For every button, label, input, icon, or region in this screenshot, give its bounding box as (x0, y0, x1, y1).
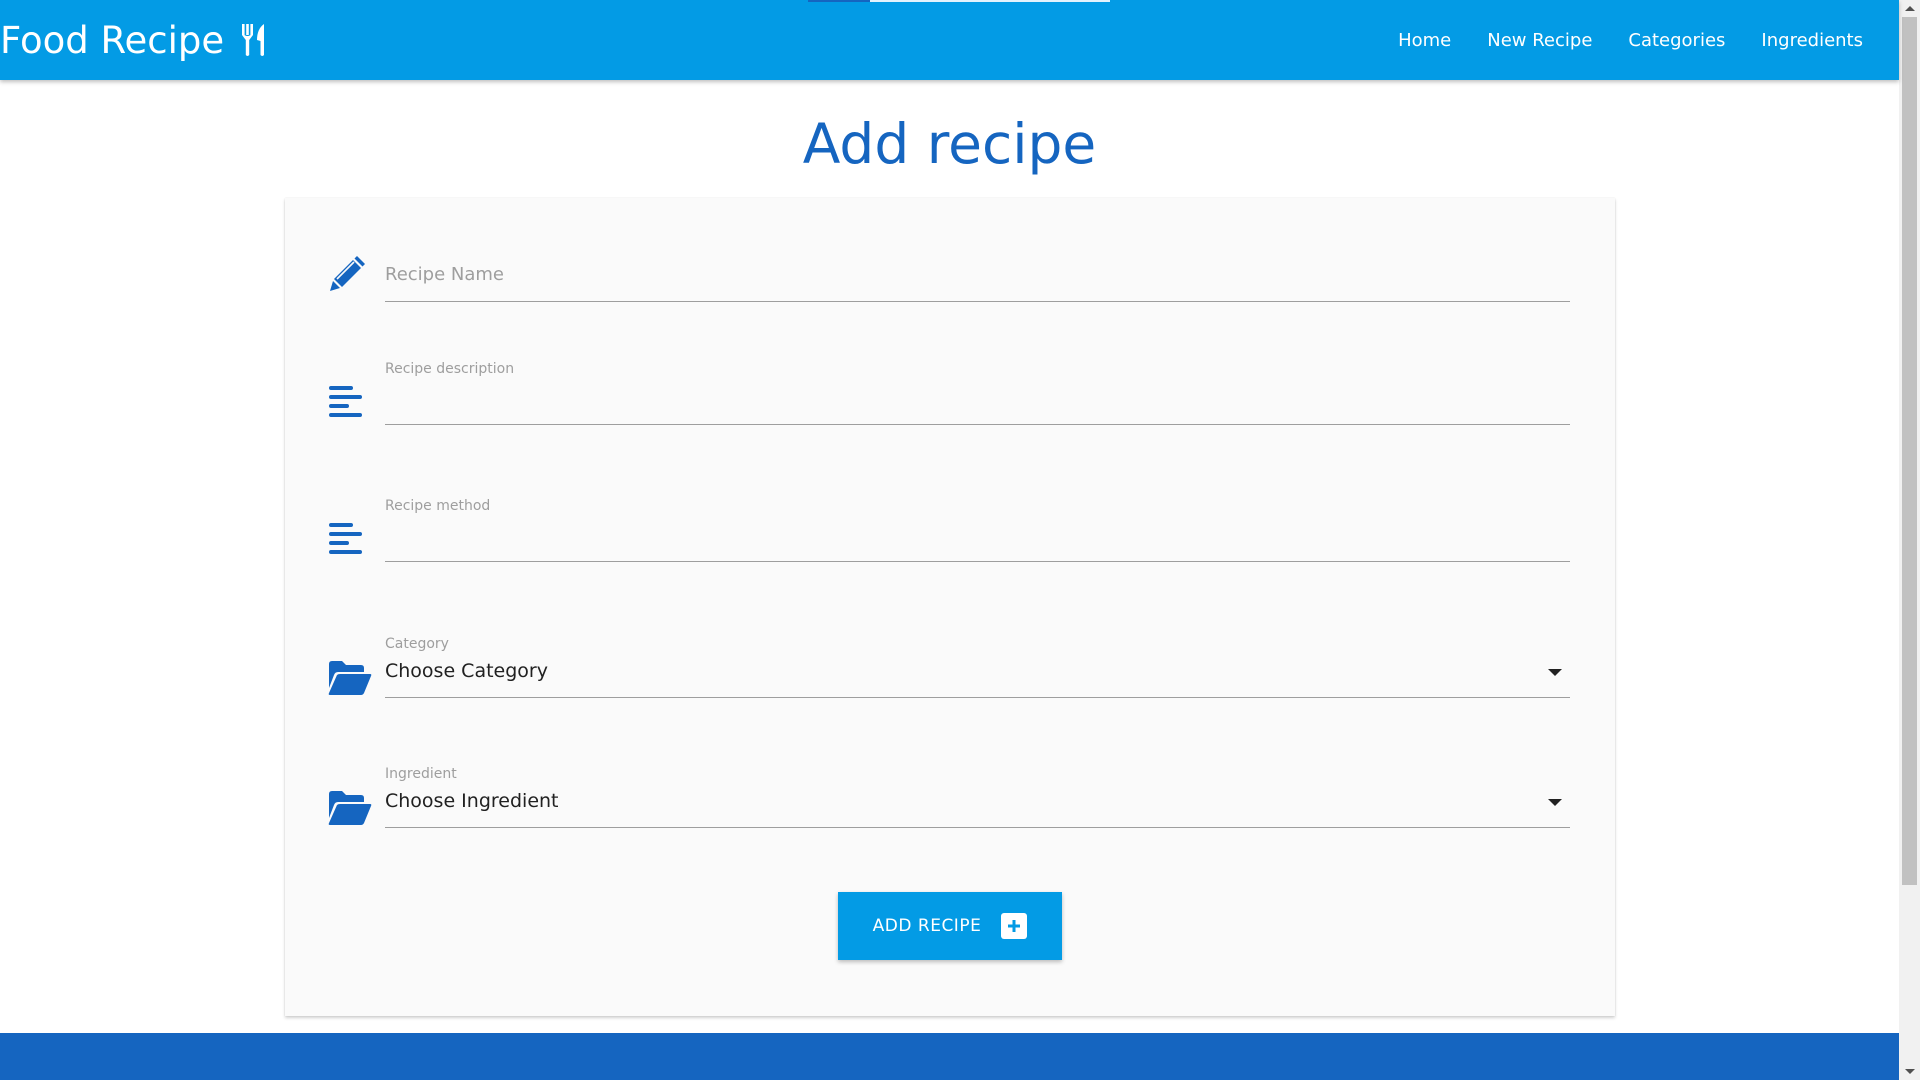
category-underline (385, 697, 1570, 698)
page: Food Recipe Home New Recipe Categories I… (0, 0, 1920, 1080)
category-label: Category (385, 636, 449, 652)
recipe-method-label: Recipe method (385, 498, 491, 514)
align-left-icon (328, 521, 364, 561)
footer (0, 1033, 1899, 1080)
brand-logo[interactable]: Food Recipe (0, 19, 268, 62)
recipe-name-underline (385, 301, 1570, 302)
progress-accent (808, 0, 870, 2)
pencil-icon (328, 253, 368, 297)
recipe-description-field: Recipe description (328, 361, 1570, 441)
recipe-form-card: Recipe Name Recipe description Recipe me… (285, 198, 1615, 1016)
folder-open-icon (328, 790, 372, 830)
recipe-name-field: Recipe Name (328, 253, 1570, 308)
recipe-name-input[interactable]: Recipe Name (385, 264, 504, 285)
recipe-method-field: Recipe method (328, 498, 1570, 578)
brand-title: Food Recipe (0, 18, 225, 62)
recipe-description-input[interactable] (385, 381, 1570, 417)
add-recipe-label: ADD RECIPE (872, 916, 982, 936)
recipe-description-label: Recipe description (385, 361, 515, 377)
chevron-down-icon[interactable] (1548, 799, 1562, 806)
nav-link-home[interactable]: Home (1380, 0, 1469, 80)
ingredient-select[interactable]: Choose Ingredient (385, 790, 559, 812)
plus-square-icon (1001, 913, 1028, 939)
align-left-icon (328, 384, 364, 424)
recipe-description-underline (385, 424, 1570, 425)
category-select[interactable]: Choose Category (385, 660, 548, 682)
recipe-method-underline (385, 561, 1570, 562)
nav-link-ingredients[interactable]: Ingredients (1743, 0, 1881, 80)
add-recipe-button[interactable]: ADD RECIPE (838, 892, 1062, 960)
nav-link-new-recipe[interactable]: New Recipe (1469, 0, 1610, 80)
ingredient-label: Ingredient (385, 766, 457, 782)
scroll-down-icon[interactable] (1905, 1069, 1915, 1074)
category-field: Category Choose Category (328, 636, 1570, 716)
progress-accent-light (870, 0, 1110, 2)
ingredient-field: Ingredient Choose Ingredient (328, 766, 1570, 846)
ingredient-underline (385, 827, 1570, 828)
scroll-thumb[interactable] (1902, 17, 1917, 885)
recipe-method-input[interactable] (385, 518, 1570, 554)
utensils-icon (240, 23, 268, 57)
chevron-down-icon[interactable] (1548, 669, 1562, 676)
page-scrollbar[interactable] (1899, 0, 1920, 1080)
page-title: Add recipe (802, 112, 1097, 176)
nav-link-categories[interactable]: Categories (1610, 0, 1743, 80)
nav-links: Home New Recipe Categories Ingredients (1380, 0, 1899, 80)
scroll-up-icon[interactable] (1905, 6, 1915, 11)
navbar: Food Recipe Home New Recipe Categories I… (0, 0, 1899, 80)
folder-open-icon (328, 660, 372, 700)
